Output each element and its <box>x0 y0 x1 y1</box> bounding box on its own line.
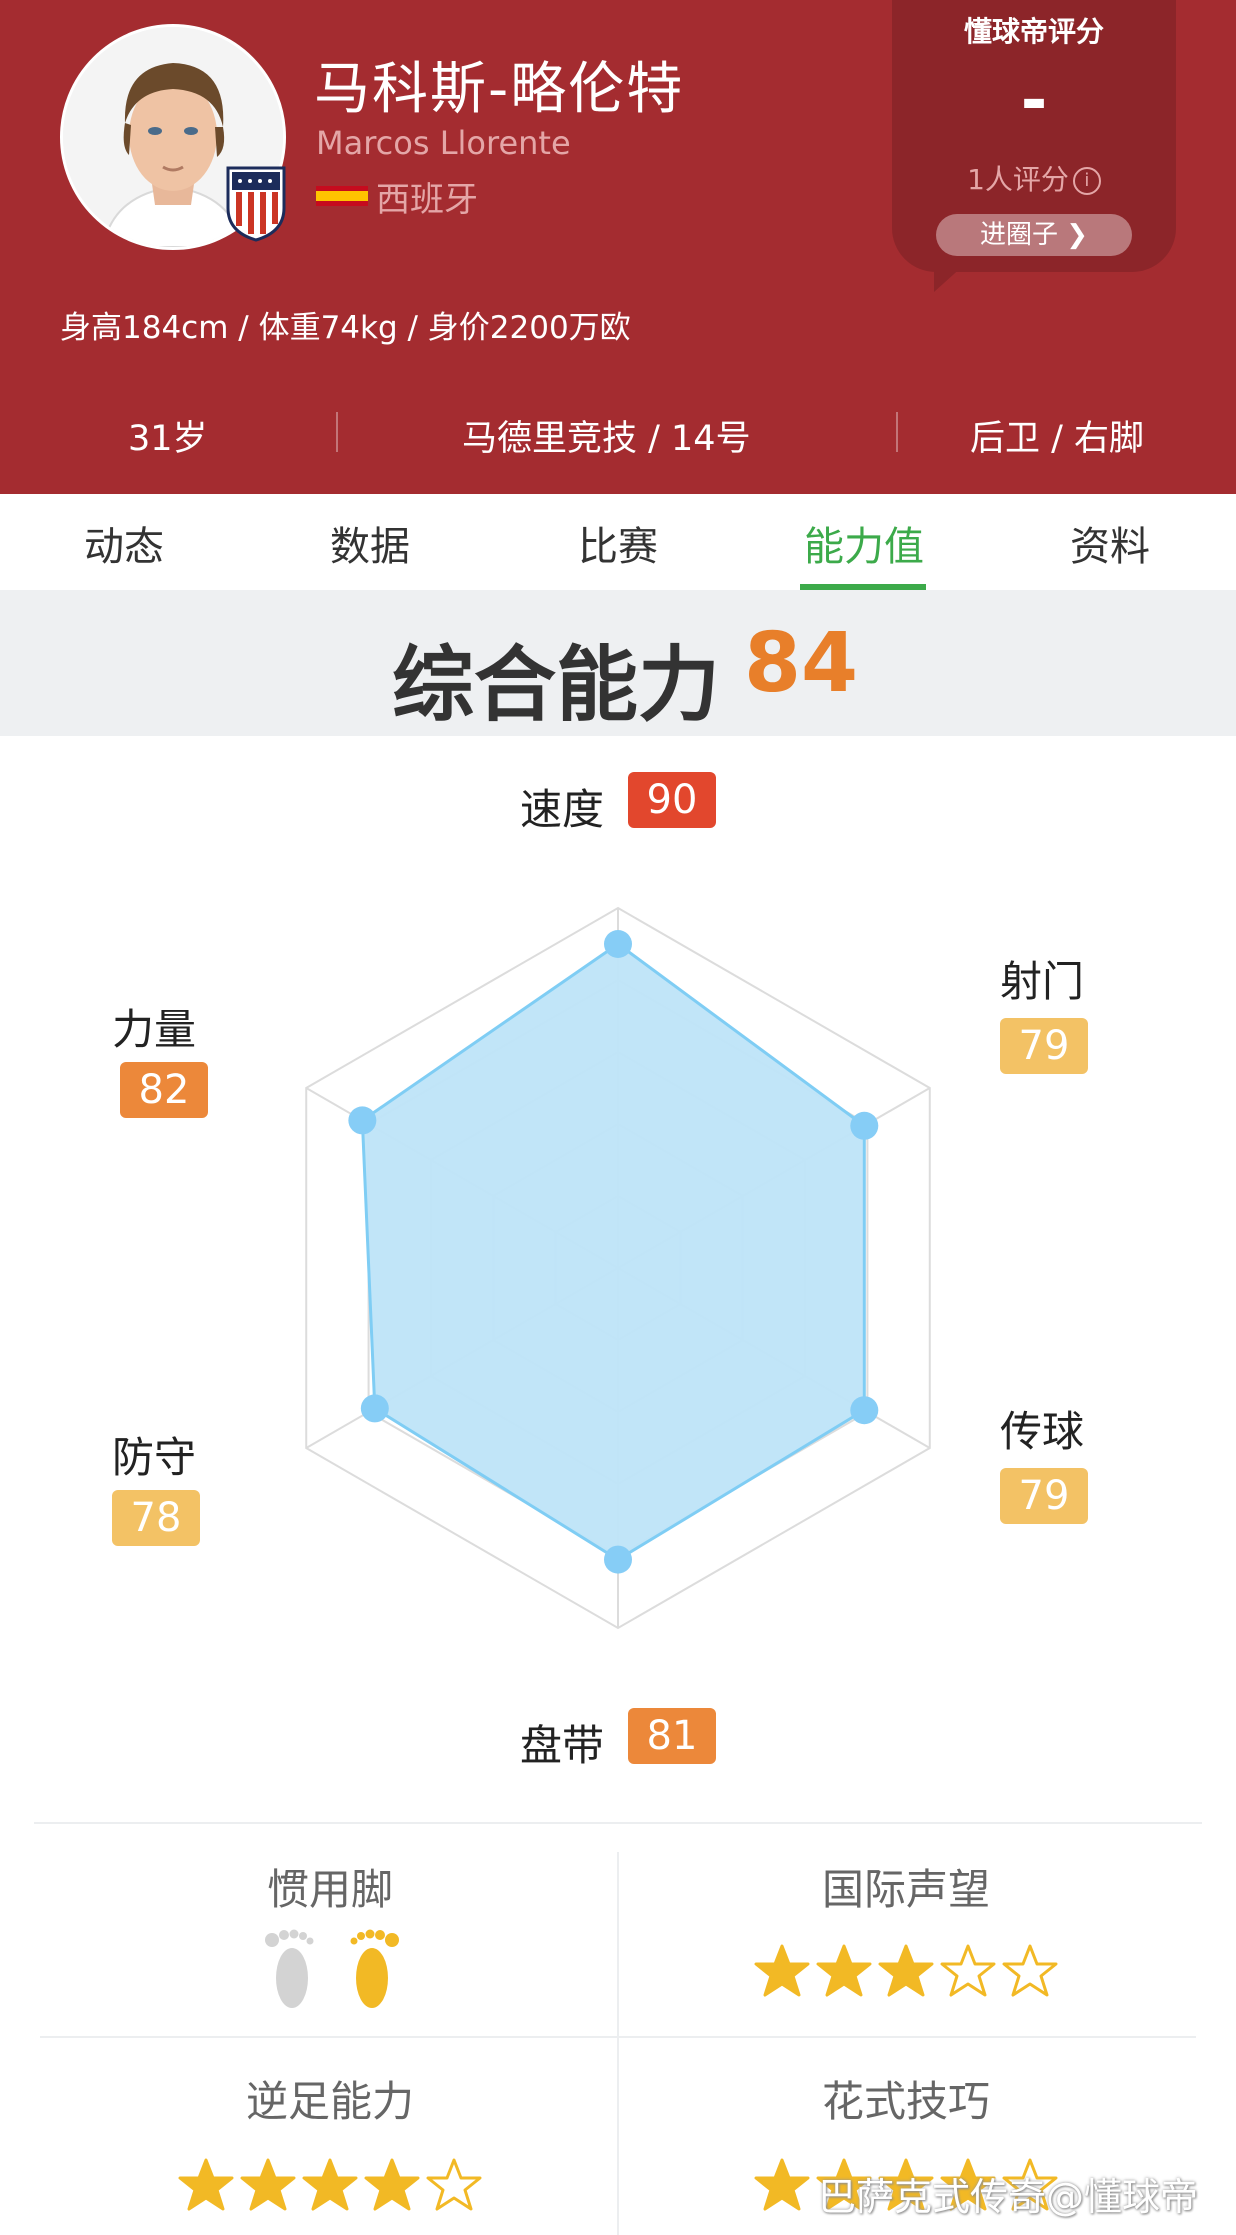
attr-label-defending: 防守 <box>112 1433 197 1482</box>
tab-matches[interactable]: 比赛 <box>528 514 708 572</box>
rating-count-label: 1人评分 <box>967 163 1069 196</box>
radar-point-力量 <box>348 1106 377 1135</box>
player-profile-page: 马科斯-略伦特 Marcos Llorente 西班牙 身高184cm / 体重… <box>0 0 1236 2235</box>
radar-point-射门 <box>850 1111 879 1140</box>
star-empty-icon <box>426 2158 482 2211</box>
star-filled-icon <box>178 2158 234 2211</box>
radar-point-防守 <box>360 1394 389 1423</box>
radar-chart <box>305 906 931 1630</box>
info-divider <box>336 412 338 452</box>
rating-count: 1人评分 i <box>892 158 1176 198</box>
star-filled-icon <box>240 2158 296 2211</box>
radar-value-area <box>360 942 866 1562</box>
trait-reputation-label: 国际声望 <box>821 1865 990 1914</box>
player-club-number[interactable]: 马德里竞技 / 14号 <box>462 410 751 461</box>
preferred-foot <box>262 1926 402 2016</box>
overall-label: 综合能力 <box>392 638 721 733</box>
grid-divider <box>40 2036 1196 2038</box>
tab-profile[interactable]: 资料 <box>1020 514 1200 572</box>
spain-flag-icon <box>316 186 368 206</box>
player-age: 31岁 <box>128 419 208 459</box>
attr-label-speed: 速度 <box>520 785 605 834</box>
star-empty-icon <box>940 1944 996 1997</box>
player-info-row: 31岁 马德里竞技 / 14号 后卫 / 右脚 <box>0 392 1236 472</box>
star-filled-icon <box>754 1944 810 1997</box>
rating-title: 懂球帝评分 <box>963 15 1104 48</box>
overall-banner: 综合能力 84 <box>0 590 1236 736</box>
tab-data[interactable]: 数据 <box>280 514 460 572</box>
club-badge-icon <box>224 162 288 242</box>
attr-value-dribbling: 81 <box>628 1708 716 1764</box>
attr-value-speed: 90 <box>628 772 716 828</box>
info-icon[interactable]: i <box>1072 167 1101 195</box>
overall-value: 84 <box>744 616 859 711</box>
watermark: 巴萨克式传奇@懂球帝 <box>818 2175 1199 2219</box>
star-empty-icon <box>1002 1944 1058 1997</box>
trait-preferred-foot-label: 惯用脚 <box>266 1865 393 1914</box>
trait-weak-foot-label: 逆足能力 <box>245 2077 414 2126</box>
radar-point-速度 <box>604 930 632 958</box>
attr-value-strength: 82 <box>120 1062 208 1118</box>
attr-value-defending: 78 <box>112 1490 200 1546</box>
player-name-cn: 马科斯-略伦特 <box>314 57 685 122</box>
rating-card-tail <box>934 256 974 292</box>
tab-news[interactable]: 动态 <box>34 514 214 572</box>
star-filled-icon <box>816 1944 872 1997</box>
rating-card: 懂球帝评分 - 1人评分 i 进圈子 ❯ <box>892 0 1176 272</box>
player-name-en: Marcos Llorente <box>316 124 571 162</box>
player-body-info: 身高184cm / 体重74kg / 身价2200万欧 <box>60 310 631 346</box>
join-circle-label: 进圈子 <box>979 220 1058 250</box>
star-filled-icon <box>878 1944 934 1997</box>
trait-skill-moves-label: 花式技巧 <box>821 2077 990 2126</box>
info-divider <box>896 412 898 452</box>
ability-radar: 速度 90 射门 79 传球 79 盘带 81 防守 78 力量 82 <box>0 736 1236 1802</box>
attr-label-dribbling: 盘带 <box>520 1721 605 1770</box>
player-country: 西班牙 <box>376 180 478 220</box>
player-header: 马科斯-略伦特 Marcos Llorente 西班牙 身高184cm / 体重… <box>0 0 1236 494</box>
star-filled-icon <box>364 2158 420 2211</box>
attr-value-shooting: 79 <box>1000 1018 1088 1074</box>
attr-value-passing: 79 <box>1000 1468 1088 1524</box>
join-circle-button[interactable]: 进圈子 ❯ <box>936 214 1132 256</box>
reputation-stars <box>616 1944 1196 2002</box>
player-position-foot: 后卫 / 右脚 <box>970 419 1145 459</box>
rating-score: - <box>1020 64 1048 138</box>
tab-bar: 动态 数据 比赛 能力值 资料 <box>0 494 1236 590</box>
grid-divider <box>34 1822 1202 1824</box>
chevron-right-icon: ❯ <box>1066 220 1089 250</box>
attr-label-strength: 力量 <box>112 1005 197 1054</box>
radar-point-传球 <box>850 1396 879 1425</box>
star-filled-icon <box>302 2158 358 2211</box>
weak-foot-stars <box>40 2158 620 2216</box>
radar-point-盘带 <box>604 1545 632 1574</box>
tab-ability[interactable]: 能力值 <box>774 514 954 572</box>
star-filled-icon <box>754 2158 810 2211</box>
attr-label-shooting: 射门 <box>1000 957 1085 1006</box>
attr-label-passing: 传球 <box>1000 1407 1085 1456</box>
